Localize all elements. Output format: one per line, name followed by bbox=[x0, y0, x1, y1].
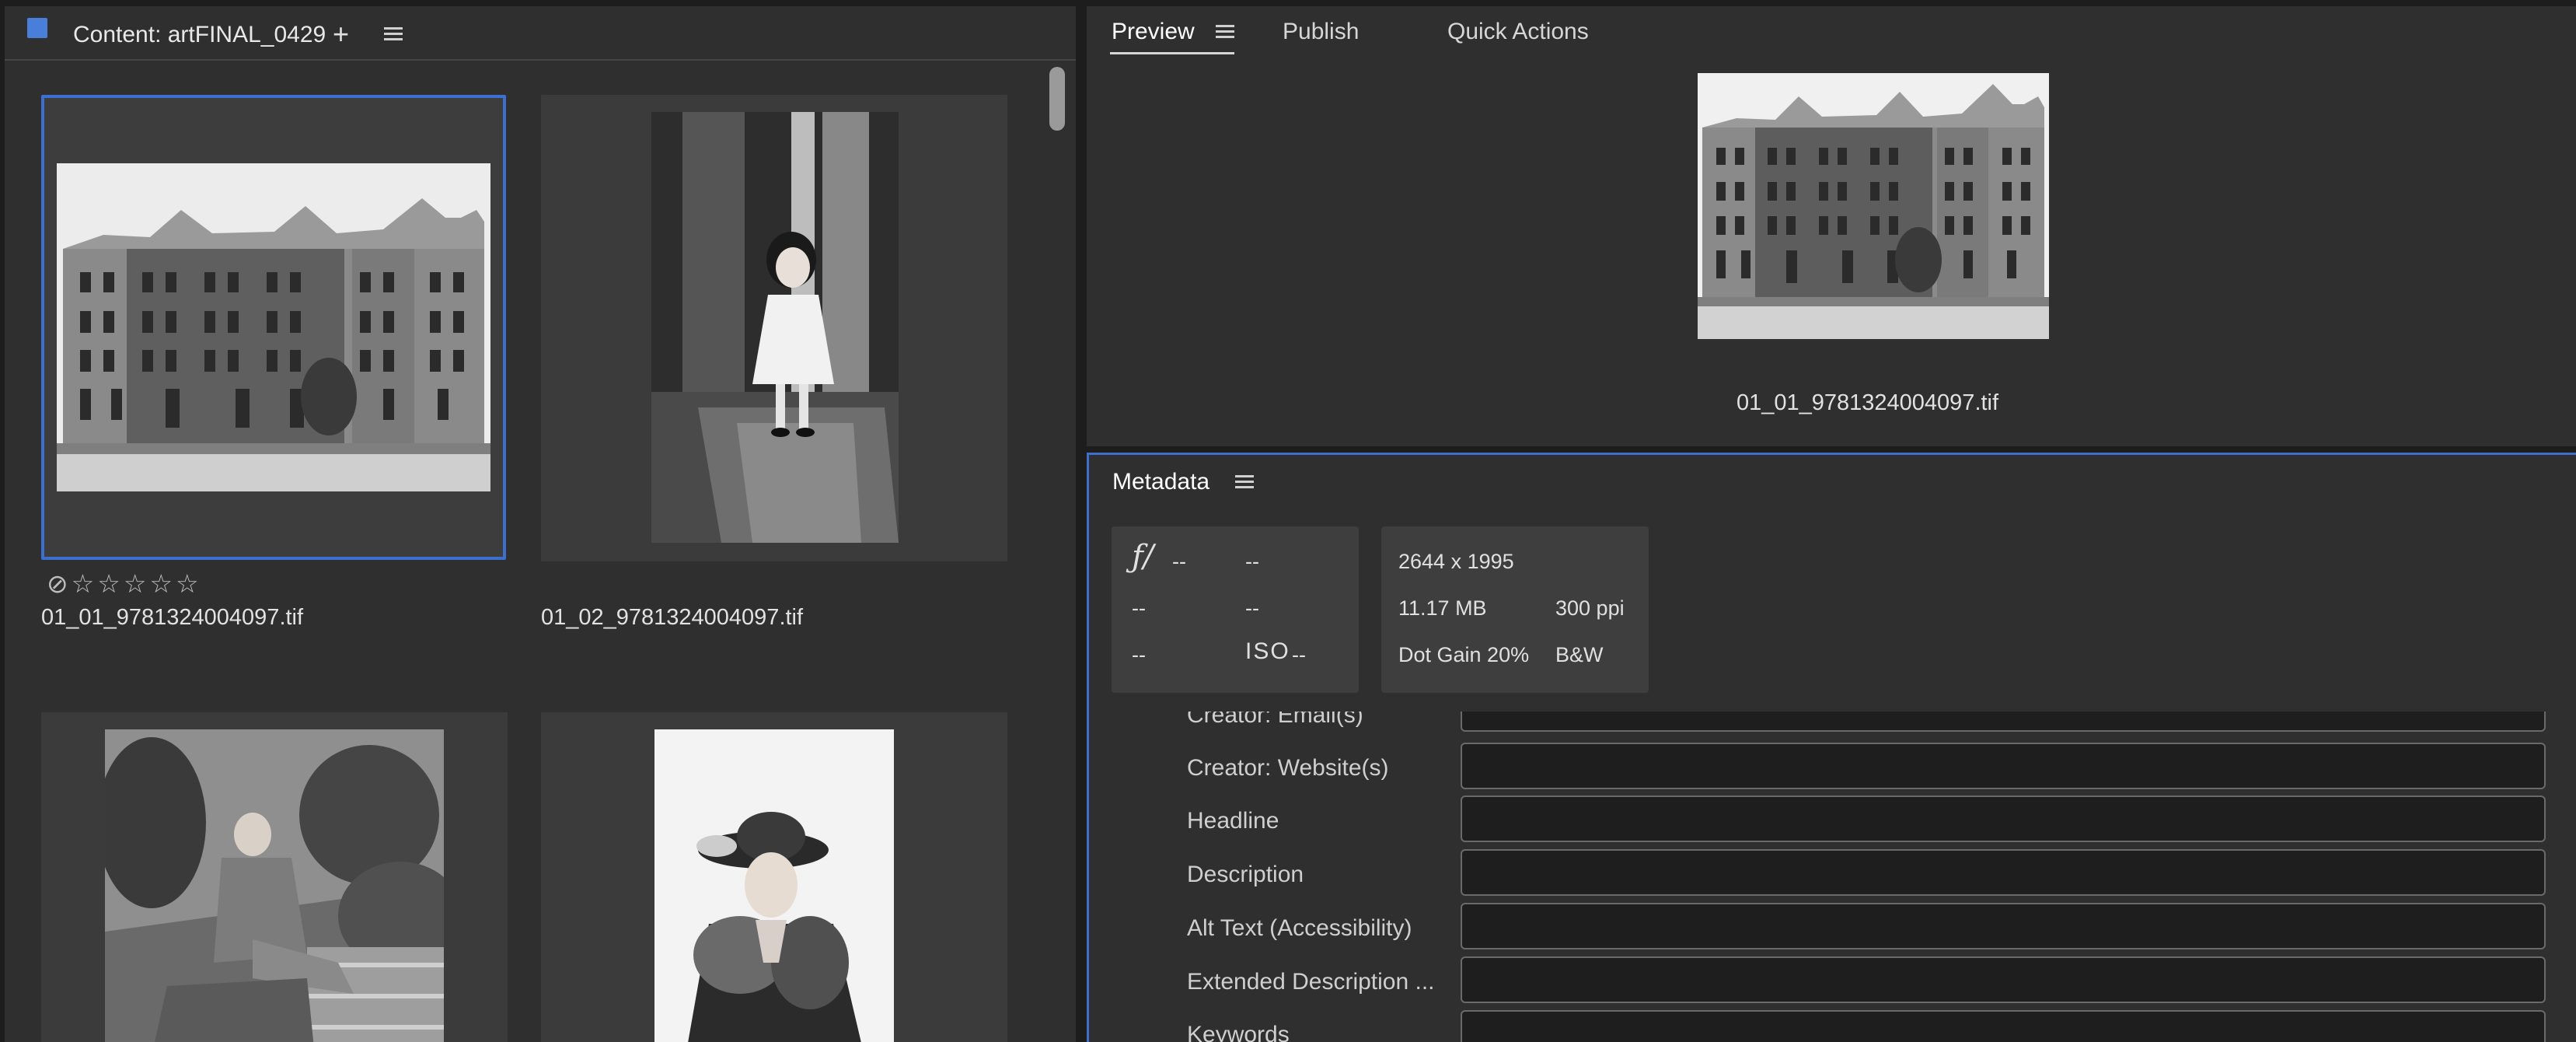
thumbnail-card[interactable] bbox=[541, 95, 1007, 561]
iso-value: -- bbox=[1292, 643, 1306, 666]
thumbnail-card[interactable] bbox=[41, 712, 508, 1042]
preview-image bbox=[1698, 73, 2049, 339]
file-info-card: 2644 x 1995 11.17 MB 300 ppi Dot Gain 20… bbox=[1381, 526, 1649, 693]
star-icon[interactable]: ☆ bbox=[176, 571, 199, 596]
metadata-panel: Metadata ƒ/ -- -- -- -- -- ISO -- 2644 x… bbox=[1087, 453, 2576, 1042]
building-photo bbox=[57, 163, 490, 491]
star-icon[interactable]: ☆ bbox=[149, 571, 173, 596]
field-label: Keywords bbox=[1187, 1022, 1290, 1042]
tab-publish[interactable]: Publish bbox=[1283, 19, 1359, 45]
creator-website-field[interactable] bbox=[1461, 743, 2546, 789]
metadata-title: Metadata bbox=[1112, 469, 1210, 495]
thumbnail-card[interactable] bbox=[541, 712, 1007, 1042]
field-label: Headline bbox=[1187, 808, 1279, 834]
alt-text-field[interactable] bbox=[1461, 903, 2546, 949]
star-icon[interactable]: ☆ bbox=[124, 571, 147, 596]
camera-value: -- bbox=[1245, 596, 1259, 620]
preview-filename: 01_01_9781324004097.tif bbox=[1737, 390, 1999, 415]
headline-field[interactable] bbox=[1461, 795, 2546, 842]
hamburger-menu-icon[interactable] bbox=[384, 27, 403, 41]
thumbnail-filename[interactable]: 01_01_9781324004097.tif bbox=[41, 605, 303, 631]
camera-value: -- bbox=[1132, 596, 1146, 620]
thumbnail-card-selected[interactable] bbox=[41, 95, 506, 560]
field-label: Description bbox=[1187, 862, 1304, 887]
plus-icon[interactable]: + bbox=[333, 20, 349, 48]
content-panel-color-square bbox=[27, 18, 47, 38]
camera-value: -- bbox=[1132, 643, 1146, 666]
star-icon[interactable]: ☆ bbox=[72, 571, 95, 596]
file-size: 11.17 MB bbox=[1398, 596, 1487, 620]
resolution: 300 ppi bbox=[1555, 596, 1625, 620]
keywords-field[interactable] bbox=[1461, 1010, 2546, 1042]
content-panel: Content: artFINAL_0429 + ⊘ ☆ ☆ ☆ ☆ ☆ 01_… bbox=[5, 6, 1076, 1042]
field-label: Creator: Email(s) bbox=[1187, 712, 1363, 728]
rating-stars[interactable]: ⊘ ☆ ☆ ☆ ☆ ☆ bbox=[47, 569, 199, 597]
shutter-value: -- bbox=[1245, 550, 1259, 573]
man-seated-photo bbox=[105, 729, 444, 1042]
dot-gain: Dot Gain 20% bbox=[1398, 643, 1530, 666]
field-label: Creator: Website(s) bbox=[1187, 755, 1389, 781]
woman-portrait-photo bbox=[654, 729, 894, 1042]
image-dimensions: 2644 x 1995 bbox=[1398, 550, 1514, 573]
aperture-icon: ƒ/ bbox=[1132, 539, 1154, 575]
iso-label: ISO bbox=[1245, 638, 1290, 664]
tab-preview[interactable]: Preview bbox=[1112, 19, 1195, 45]
star-icon[interactable]: ☆ bbox=[97, 571, 120, 596]
content-scrollbar-thumb[interactable] bbox=[1049, 67, 1065, 131]
child-photo bbox=[651, 112, 899, 543]
hamburger-menu-icon[interactable] bbox=[1235, 475, 1254, 489]
creator-email-field[interactable] bbox=[1461, 712, 2546, 732]
hamburger-menu-icon[interactable] bbox=[1216, 25, 1234, 39]
metadata-fields-list: Creator: Email(s) Creator: Website(s) He… bbox=[1089, 712, 2576, 1042]
content-header: Content: artFINAL_0429 + bbox=[5, 6, 1076, 61]
field-label: Extended Description ... bbox=[1187, 969, 1435, 995]
tab-quick-actions[interactable]: Quick Actions bbox=[1447, 19, 1589, 45]
thumbnail-filename[interactable]: 01_02_9781324004097.tif bbox=[541, 605, 803, 631]
preview-panel: Preview Publish Quick Actions 01_01_9781… bbox=[1087, 6, 2576, 446]
color-mode: B&W bbox=[1555, 643, 1604, 666]
extended-description-field[interactable] bbox=[1461, 956, 2546, 1003]
active-tab-underline bbox=[1110, 52, 1234, 54]
field-label: Alt Text (Accessibility) bbox=[1187, 915, 1412, 941]
reject-icon[interactable]: ⊘ bbox=[47, 571, 68, 596]
content-panel-title: Content: artFINAL_0429 bbox=[73, 22, 326, 47]
camera-data-card: ƒ/ -- -- -- -- -- ISO -- bbox=[1112, 526, 1359, 693]
description-field[interactable] bbox=[1461, 849, 2546, 896]
aperture-value: -- bbox=[1172, 550, 1186, 573]
